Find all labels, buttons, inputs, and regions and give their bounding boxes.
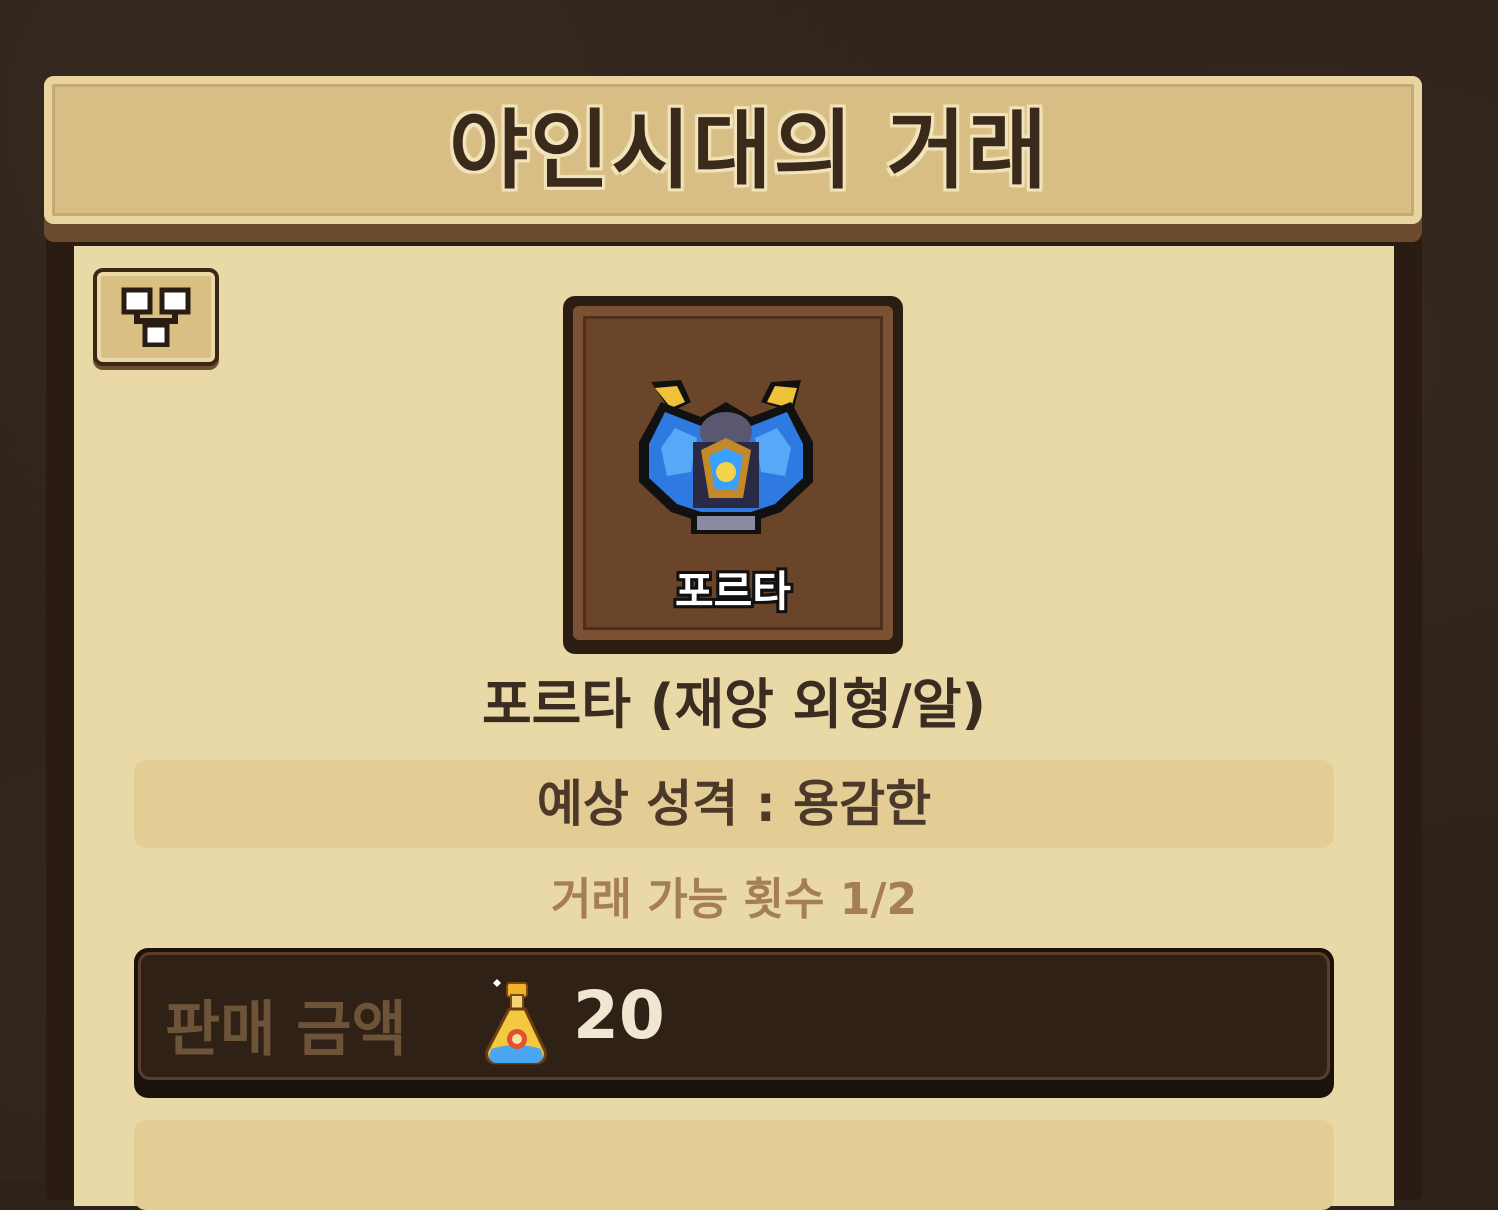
tree-button[interactable] — [93, 268, 219, 366]
sale-price-value: 20 — [573, 977, 665, 1054]
sale-price-label: 판매 금액 — [165, 995, 407, 1065]
trade-count-text: 거래 가능 횟수 1/2 — [550, 874, 918, 925]
expected-temperament: 예상 성격 : 용감한 — [134, 760, 1334, 848]
sale-price-bar: 판매 금액 20 — [134, 948, 1334, 1098]
creature-name-label: 포르타 — [675, 567, 791, 616]
page-title: 야인시대의 거래 — [449, 101, 1049, 201]
creature-sprite-icon — [639, 380, 813, 534]
tree-icon — [121, 287, 191, 347]
bottom-info-row — [134, 1120, 1334, 1210]
potion-icon — [485, 979, 547, 1065]
item-title: 포르타 (재앙 외형/알) — [481, 673, 987, 736]
creature-portrait: 포르타 — [563, 296, 903, 654]
